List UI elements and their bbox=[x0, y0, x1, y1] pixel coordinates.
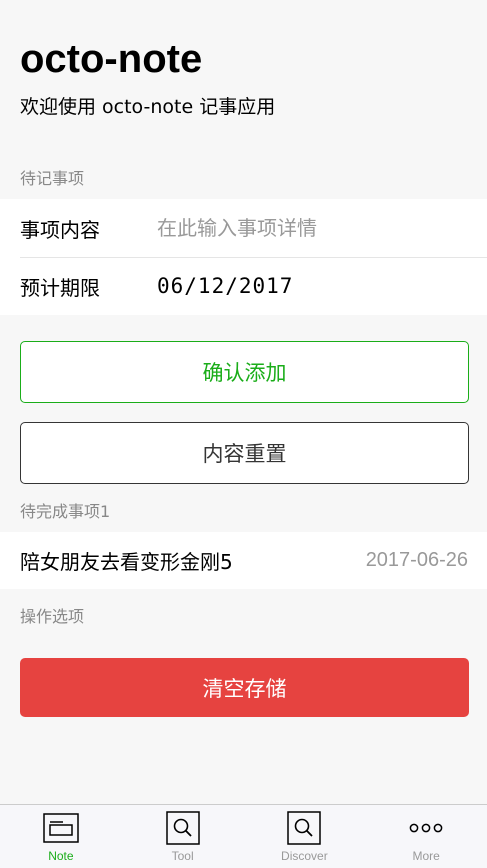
deadline-label: 预计期限 bbox=[20, 275, 100, 300]
content-row: 事项内容 bbox=[0, 199, 487, 257]
tab-more[interactable]: More bbox=[365, 805, 487, 868]
todo-text: 陪女朋友去看变形金刚5 bbox=[20, 550, 233, 574]
add-button[interactable]: 确认添加 bbox=[20, 341, 469, 403]
actions-section-title: 操作选项 bbox=[20, 607, 85, 626]
form-section-title: 待记事项 bbox=[20, 169, 85, 188]
search-icon bbox=[165, 811, 201, 845]
deadline-row: 预计期限 06/12/2017 bbox=[0, 257, 487, 315]
list-item[interactable]: 陪女朋友去看变形金刚5 2017-06-26 bbox=[0, 532, 487, 589]
search-icon bbox=[286, 811, 322, 845]
tab-label: Tool bbox=[171, 849, 194, 863]
tab-discover[interactable]: Discover bbox=[244, 805, 366, 868]
app-subtitle: 欢迎使用 octo-note 记事应用 bbox=[20, 96, 276, 118]
tab-label: More bbox=[412, 849, 440, 863]
todos-section-title: 待完成事项1 bbox=[20, 502, 111, 521]
more-icon bbox=[408, 811, 444, 845]
deadline-date-picker[interactable]: 06/12/2017 bbox=[157, 274, 293, 298]
tab-label: Note bbox=[48, 849, 74, 863]
todo-date: 2017-06-26 bbox=[365, 549, 468, 571]
todo-list: 陪女朋友去看变形金刚5 2017-06-26 bbox=[0, 532, 487, 589]
todo-form: 事项内容 预计期限 06/12/2017 bbox=[0, 199, 487, 315]
content-input[interactable] bbox=[157, 216, 457, 240]
clear-storage-button[interactable]: 清空存储 bbox=[20, 658, 469, 717]
tab-bar: Note Tool Discover More bbox=[0, 804, 487, 868]
note-icon bbox=[43, 811, 79, 845]
tab-tool[interactable]: Tool bbox=[122, 805, 244, 868]
reset-button[interactable]: 内容重置 bbox=[20, 422, 469, 484]
tab-note[interactable]: Note bbox=[0, 805, 122, 868]
tab-label: Discover bbox=[281, 849, 328, 863]
app-title: octo-note bbox=[20, 37, 203, 81]
content-label: 事项内容 bbox=[20, 217, 100, 242]
